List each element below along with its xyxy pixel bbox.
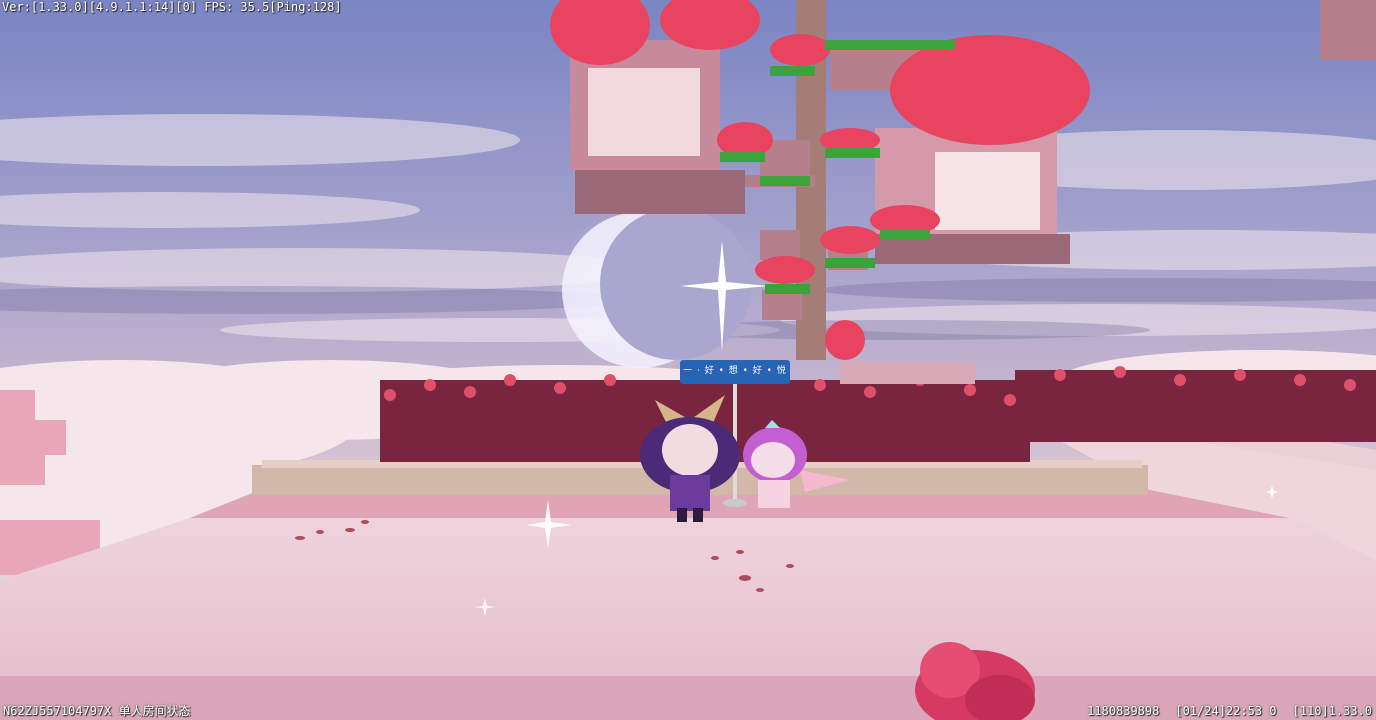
signpost-label: 一 ‧ 好 • 想 • 好 • 悦 — [683, 366, 787, 376]
room-status-label: N62ZJ557104797X 单人房间状态 — [3, 704, 191, 718]
user-id-label: 1180839898 — [1087, 704, 1160, 718]
bottom-right-status: 1180839898 [01/24]22:53 0 [110]1.33.0 — [1087, 704, 1372, 718]
treehouse-right — [875, 128, 1070, 264]
datetime-label: [01/24]22:53 0 — [1175, 704, 1277, 718]
version-fps-readout: Ver:[1.33.0][4.9.1.1:14][0] FPS: 35.5[Pi… — [2, 0, 342, 14]
game-scene[interactable] — [0, 0, 1376, 720]
build-label: [110]1.33.0 — [1292, 704, 1372, 718]
tree-pedestal — [840, 362, 975, 384]
